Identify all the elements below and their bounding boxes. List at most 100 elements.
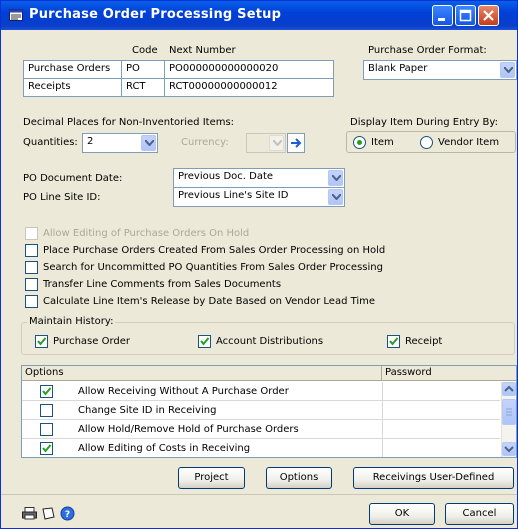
project-button[interactable]: Project (178, 467, 245, 489)
history-purchase-order-checkbox[interactable] (35, 335, 48, 348)
purchase-orders-next-number-field[interactable]: PO000000000000020 (164, 60, 334, 79)
options-grid-header: Options Password (22, 366, 516, 381)
scroll-thumb[interactable] (502, 399, 516, 425)
place-po-on-hold-label: Place Purchase Orders Created From Sales… (43, 245, 386, 256)
checkmark-icon (37, 337, 47, 346)
window-title: Purchase Order Processing Setup (29, 7, 282, 22)
po-line-site-value: Previous Line's Site ID (178, 190, 289, 201)
display-by-item-label[interactable]: Item (371, 137, 394, 148)
option-label: Change Site ID in Receiving (78, 405, 217, 416)
options-row[interactable]: Allow Editing of Costs in Receiving (22, 439, 500, 458)
receipts-label: Receipts (23, 78, 122, 97)
checkmark-icon (389, 337, 399, 346)
options-grid: Options Password Allow Receiving Without… (21, 365, 517, 458)
close-button[interactable] (478, 5, 499, 26)
history-receipt-label: Receipt (405, 336, 443, 347)
history-account-distributions-label: Account Distributions (216, 336, 324, 347)
options-row[interactable]: Allow Receiving Without A Purchase Order (22, 382, 500, 401)
note-icon[interactable] (41, 507, 56, 520)
status-divider (1, 494, 517, 495)
search-uncommitted-label: Search for Uncommitted PO Quantities Fro… (43, 262, 383, 273)
arrow-right-icon (291, 138, 302, 148)
allow-editing-costs-checkbox[interactable] (40, 442, 53, 455)
receivings-user-defined-button[interactable]: Receivings User-Defined (353, 467, 514, 489)
purchase-orders-code-field[interactable]: PO (121, 60, 165, 79)
window-app-icon (9, 9, 23, 21)
quantities-dropdown[interactable]: 2 (82, 133, 158, 153)
po-format-dropdown[interactable]: Blank Paper (363, 60, 517, 80)
options-row[interactable]: Change Site ID in Receiving (22, 401, 500, 420)
option-password-field[interactable] (382, 382, 500, 400)
quantities-label: Quantities: (23, 137, 78, 148)
next-number-header: Next Number (169, 45, 236, 56)
options-row[interactable]: Allow Hold/Remove Hold of Purchase Order… (22, 420, 500, 439)
history-account-distributions-checkbox[interactable] (198, 335, 211, 348)
receipts-code-field[interactable]: RCT (121, 78, 165, 97)
checkmark-icon (42, 387, 52, 396)
minimize-icon (438, 18, 445, 21)
maintain-history-title: Maintain History: (27, 316, 116, 327)
display-by-vendor-item-radio[interactable] (420, 136, 433, 149)
allow-hold-remove-hold-checkbox[interactable] (40, 423, 53, 436)
option-label: Allow Hold/Remove Hold of Purchase Order… (78, 424, 299, 435)
printer-icon[interactable] (22, 507, 38, 520)
transfer-comments-checkbox[interactable] (25, 278, 38, 291)
title-bar[interactable]: Purchase Order Processing Setup (1, 1, 517, 30)
currency-dropdown[interactable] (246, 133, 286, 153)
allow-editing-on-hold-label: Allow Editing of Purchase Orders On Hold (43, 228, 250, 239)
po-line-site-dropdown[interactable]: Previous Line's Site ID (173, 187, 345, 207)
po-format-value: Blank Paper (368, 63, 428, 74)
calculate-release-date-label: Calculate Line Item's Release by Date Ba… (43, 296, 376, 307)
svg-text:?: ? (65, 510, 70, 520)
help-icon[interactable]: ? (60, 506, 75, 521)
transfer-comments-label: Transfer Line Comments from Sales Docume… (43, 279, 282, 290)
currency-label: Currency: (181, 137, 229, 148)
cancel-button[interactable]: Cancel (445, 503, 514, 525)
options-button[interactable]: Options (266, 467, 332, 489)
scroll-down-button[interactable] (502, 442, 516, 456)
option-password-field[interactable] (382, 439, 500, 457)
history-purchase-order-label: Purchase Order (53, 336, 131, 347)
po-document-date-dropdown[interactable]: Previous Doc. Date (173, 168, 345, 188)
display-item-title: Display Item During Entry By: (350, 117, 498, 128)
currency-lookup-button[interactable] (287, 133, 305, 153)
po-format-label: Purchase Order Format: (368, 45, 487, 56)
option-label: Allow Editing of Costs in Receiving (78, 443, 251, 454)
options-grid-scrollbar[interactable] (501, 382, 516, 457)
chevron-down-icon[interactable] (500, 62, 515, 78)
ok-button[interactable]: OK (369, 503, 435, 525)
setup-window: Purchase Order Processing Setup Code Nex… (0, 0, 518, 529)
receipts-next-number-field[interactable]: RCT00000000000012 (164, 78, 334, 97)
status-bar: ? OK Cancel (1, 494, 517, 528)
option-password-field[interactable] (382, 420, 500, 438)
option-password-field[interactable] (382, 401, 500, 419)
chevron-up-icon (504, 385, 514, 392)
change-site-id-checkbox[interactable] (40, 404, 53, 417)
allow-receiving-without-po-checkbox[interactable] (40, 385, 53, 398)
po-line-site-label: PO Line Site ID: (23, 192, 101, 203)
display-by-item-radio[interactable] (353, 136, 366, 149)
maximize-button[interactable] (455, 5, 476, 26)
checkmark-icon (42, 444, 52, 453)
history-receipt-checkbox[interactable] (387, 335, 400, 348)
minimize-button[interactable] (432, 5, 453, 26)
chevron-down-icon[interactable] (141, 135, 156, 151)
grip-icon (506, 408, 512, 416)
po-document-date-value: Previous Doc. Date (178, 171, 274, 182)
decimal-places-title: Decimal Places for Non-Inventoried Items… (23, 117, 235, 128)
search-uncommitted-checkbox[interactable] (25, 261, 38, 274)
option-label: Allow Receiving Without A Purchase Order (78, 386, 289, 397)
close-icon (483, 10, 494, 21)
radio-selected-dot (357, 140, 362, 145)
chevron-down-icon[interactable] (328, 189, 343, 205)
calculate-release-date-checkbox[interactable] (25, 295, 38, 308)
place-po-on-hold-checkbox[interactable] (25, 244, 38, 257)
scroll-up-button[interactable] (502, 382, 516, 396)
password-column-header[interactable]: Password (382, 366, 516, 381)
checkmark-icon (200, 337, 210, 346)
purchase-orders-label: Purchase Orders (23, 60, 122, 79)
allow-editing-on-hold-checkbox[interactable] (25, 227, 38, 240)
chevron-down-icon[interactable] (328, 170, 343, 186)
options-column-header[interactable]: Options (22, 366, 382, 381)
display-by-vendor-item-label[interactable]: Vendor Item (438, 137, 499, 148)
